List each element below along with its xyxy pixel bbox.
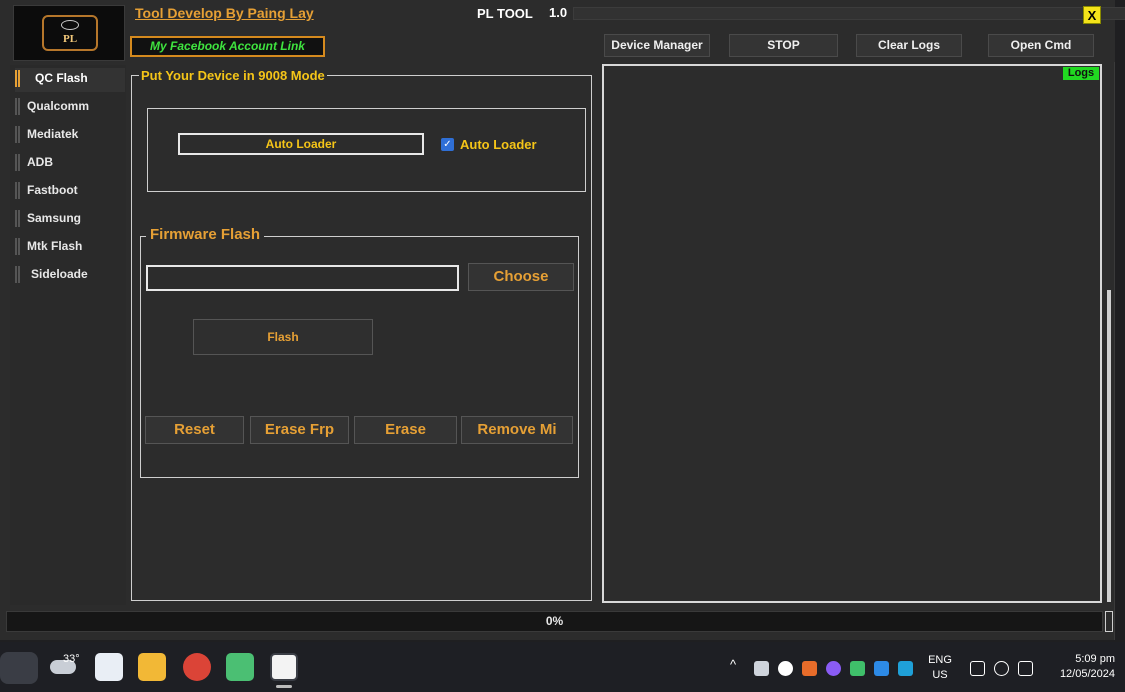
choose-button[interactable]: Choose [468, 263, 574, 291]
app-tray-icon[interactable] [802, 661, 817, 676]
clock[interactable]: 5:09 pm 12/05/2024 [1047, 653, 1115, 680]
clear-logs-button[interactable]: Clear Logs [856, 34, 962, 57]
title-drag-area[interactable] [573, 7, 1125, 20]
progress-text: 0% [545, 614, 564, 628]
progress-end-cap [1105, 611, 1113, 632]
device-manager-button[interactable]: Device Manager [604, 34, 710, 57]
sidebar-marker [15, 182, 20, 199]
sidebar-marker [15, 238, 20, 255]
reset-button[interactable]: Reset [145, 416, 244, 444]
sidebar-item-samsung[interactable]: Samsung [15, 208, 125, 232]
google-icon[interactable] [778, 661, 793, 676]
sidebar-item-label: Mediatek [27, 127, 79, 141]
messenger-icon[interactable] [826, 661, 841, 676]
language-line1: ENG [928, 654, 952, 666]
logs-scroll-thumb[interactable] [1107, 290, 1111, 602]
taskbar: ^ ENG US 5:09 pm 12/05/2024 [0, 642, 1125, 692]
language-indicator[interactable]: ENG US [926, 654, 954, 681]
volume-icon[interactable] [994, 661, 1009, 676]
sidebar: QC Flash Qualcomm Mediatek ADB Fastboot … [10, 65, 126, 605]
developer-link[interactable]: Tool Develop By Paing Lay [135, 5, 314, 21]
sidebar-item-label: Mtk Flash [27, 239, 83, 253]
sidebar-item-fastboot[interactable]: Fastboot [15, 180, 125, 204]
sidebar-item-label: QC Flash [35, 71, 88, 85]
app-name: PL TOOL [477, 6, 533, 21]
open-cmd-button[interactable]: Open Cmd [988, 34, 1094, 57]
active-app-indicator [276, 685, 292, 688]
minecraft-icon[interactable] [226, 653, 254, 681]
stop-button[interactable]: STOP [729, 34, 838, 57]
app-version: 1.0 [549, 5, 568, 20]
loader-select[interactable]: Auto Loader [178, 133, 424, 155]
sidebar-item-label: Qualcomm [27, 99, 90, 113]
file-explorer-icon[interactable] [138, 653, 166, 681]
sidebar-marker [15, 266, 20, 283]
sidebar-item-adb[interactable]: ADB [15, 152, 125, 176]
chrome-icon[interactable] [183, 653, 211, 681]
sidebar-marker [15, 210, 20, 227]
sidebar-marker [15, 70, 20, 87]
sidebar-item-mediatek[interactable]: Mediatek [15, 124, 125, 148]
pl-tool-icon[interactable] [270, 653, 298, 681]
logo-ring-icon [61, 20, 79, 30]
logs-label: Logs [1063, 67, 1099, 80]
bluetooth-app-icon[interactable] [874, 661, 889, 676]
flash-button[interactable]: Flash [193, 319, 373, 355]
telegram-icon[interactable] [754, 661, 769, 676]
firmware-flash-title: Firmware Flash [146, 226, 265, 243]
close-button[interactable]: X [1083, 6, 1101, 24]
erase-button[interactable]: Erase [354, 416, 457, 444]
network-app-icon[interactable] [850, 661, 865, 676]
sidebar-marker [15, 126, 20, 143]
progress-bar: 0% [6, 611, 1103, 632]
firmware-path-input[interactable] [146, 265, 459, 291]
title-bar: PL Tool Develop By Paing Lay PL TOOL 1.0… [0, 0, 1125, 62]
remove-mi-button[interactable]: Remove Mi [461, 416, 573, 444]
sidebar-item-mtk-flash[interactable]: Mtk Flash [15, 236, 125, 260]
app-logo: PL [13, 5, 125, 61]
auto-loader-checkbox[interactable]: ✓ [441, 138, 454, 151]
sidebar-item-label: Samsung [27, 211, 82, 225]
group-title: Put Your Device in 9008 Mode [139, 68, 327, 83]
deer-widget-icon[interactable] [0, 652, 38, 684]
clock-time: 5:09 pm [1075, 653, 1115, 665]
sidebar-item-qualcomm[interactable]: Qualcomm [15, 96, 125, 120]
tray-overflow-icon[interactable]: ^ [730, 657, 736, 672]
logo-badge: PL [42, 15, 98, 51]
auto-loader-label[interactable]: Auto Loader [460, 137, 537, 152]
sidebar-item-label: Sideloade [31, 267, 88, 281]
facebook-link-button[interactable]: My Facebook Account Link [130, 36, 325, 57]
app-window: PL Tool Develop By Paing Lay PL TOOL 1.0… [0, 0, 1125, 640]
sidebar-item-qc-flash[interactable]: QC Flash [15, 68, 125, 92]
display-icon[interactable] [970, 661, 985, 676]
language-line2: US [932, 669, 948, 681]
logo-text: PL [62, 33, 78, 45]
clock-date: 12/05/2024 [1059, 668, 1115, 680]
sidebar-item-label: Fastboot [27, 183, 78, 197]
erase-frp-button[interactable]: Erase Frp [250, 416, 349, 444]
weather-temp[interactable]: 33° [63, 653, 80, 665]
sidebar-marker [15, 98, 20, 115]
sidebar-marker [15, 154, 20, 171]
store-icon[interactable] [95, 653, 123, 681]
sidebar-item-sideloade[interactable]: Sideloade [15, 264, 125, 288]
sidebar-item-label: ADB [27, 155, 53, 169]
security-icon[interactable] [898, 661, 913, 676]
logs-panel[interactable] [602, 64, 1102, 603]
battery-icon[interactable] [1018, 661, 1033, 676]
